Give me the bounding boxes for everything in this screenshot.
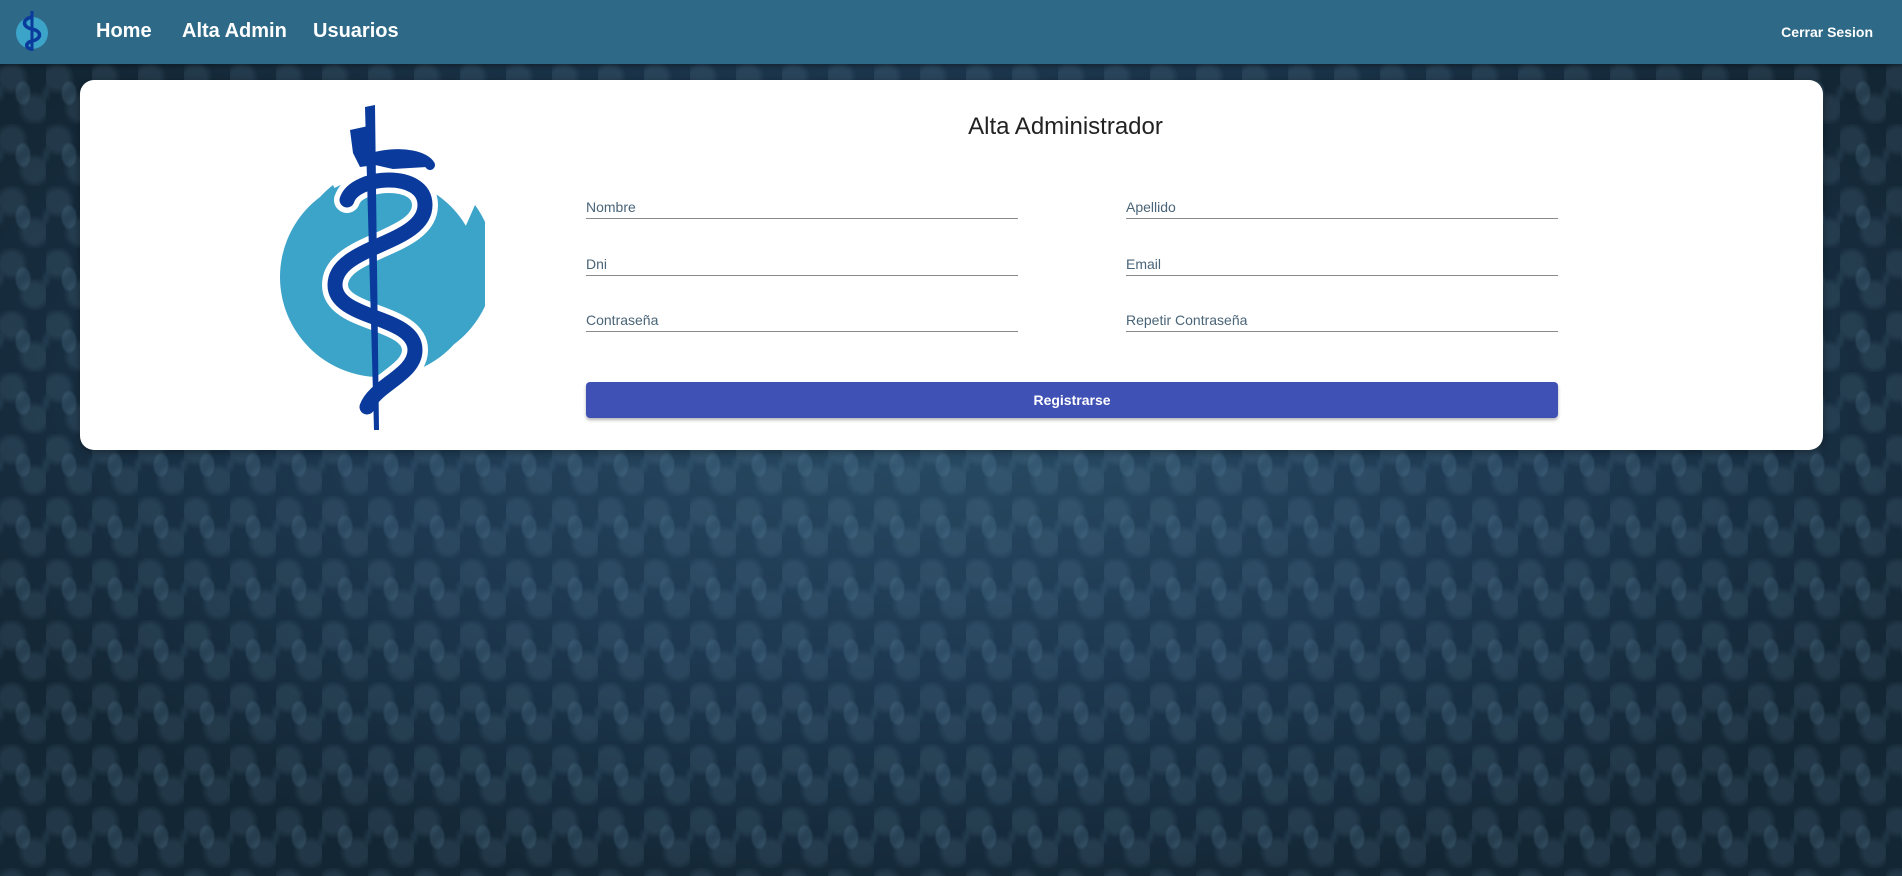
repeat-password-input[interactable] — [1126, 301, 1558, 331]
top-navbar: Home Alta Admin Usuarios Cerrar Sesion — [0, 0, 1902, 64]
register-admin-card: Alta Administrador Registrarse — [80, 80, 1823, 450]
register-button[interactable]: Registrarse — [586, 382, 1558, 418]
nav-usuarios-link[interactable]: Usuarios — [313, 20, 399, 43]
password-field — [586, 301, 1018, 332]
logout-link[interactable]: Cerrar Sesion — [1781, 24, 1873, 40]
apellido-field — [1126, 188, 1558, 219]
dni-input[interactable] — [586, 245, 1018, 275]
nombre-field — [586, 188, 1018, 219]
dni-field — [586, 245, 1018, 276]
form-title: Alta Administrador — [968, 113, 1163, 140]
nav-home-link[interactable]: Home — [96, 20, 152, 43]
email-field — [1126, 245, 1558, 276]
repeat-password-field — [1126, 301, 1558, 332]
nav-alta-admin-link[interactable]: Alta Admin — [182, 20, 287, 43]
password-input[interactable] — [586, 301, 1018, 331]
email-input[interactable] — [1126, 245, 1558, 275]
apellido-input[interactable] — [1126, 188, 1558, 218]
nombre-input[interactable] — [586, 188, 1018, 218]
rod-of-asclepius-logo — [280, 105, 485, 430]
caduceus-logo-icon[interactable] — [14, 9, 50, 53]
